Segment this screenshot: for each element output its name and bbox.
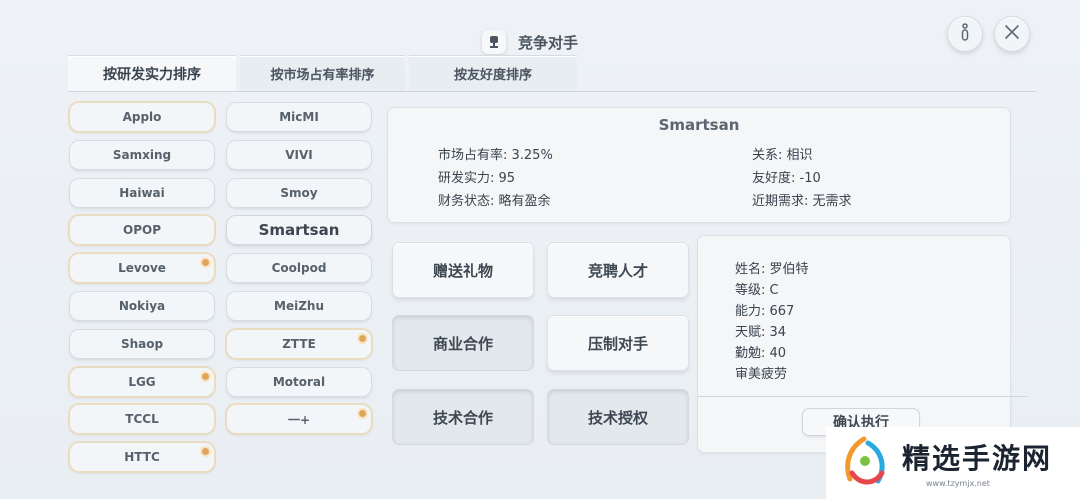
close-button[interactable] [994, 16, 1030, 52]
tab-divider [68, 91, 1036, 92]
tab-sort-market[interactable]: 按市场占有率排序 [240, 55, 405, 91]
company-label: LGG [128, 375, 156, 389]
company-button[interactable]: TCCL [70, 405, 214, 433]
company-label: ZTTE [282, 337, 316, 351]
company-name: Smartsan [658, 116, 740, 134]
company-button[interactable]: OPOP [70, 216, 214, 244]
company-label: HTTC [124, 450, 160, 464]
page-title-text: 竞争对手 [518, 33, 579, 52]
trophy-icon [482, 30, 506, 54]
tech-cooperation-button[interactable]: 技术合作 [393, 390, 533, 444]
recruit-talent-button[interactable]: 竞聘人才 [548, 243, 688, 297]
company-label: MeiZhu [274, 299, 324, 313]
company-button-selected[interactable]: Smartsan [227, 216, 371, 244]
finance-status: 财务状态: 略有盈余 [438, 194, 551, 209]
company-label: VIVI [285, 148, 313, 162]
company-label: Shaop [120, 337, 164, 351]
company-info-panel: Smartsan 市场占有率: 3.25% 研发实力: 95 财务状态: 略有盈… [388, 108, 1010, 222]
company-label: MicMI [279, 110, 319, 124]
company-label: Samxing [112, 148, 172, 162]
company-label: Levove [118, 261, 166, 275]
info-icon [957, 22, 973, 46]
friendliness: 友好度: -10 [752, 171, 821, 186]
company-button[interactable]: Smoy [227, 179, 371, 207]
company-label: Nokiya [118, 299, 166, 313]
company-button[interactable]: Coolpod [227, 254, 371, 282]
company-button[interactable]: VIVI [227, 141, 371, 169]
notification-dot [200, 257, 211, 268]
market-share: 市场占有率: 3.25% [438, 148, 553, 163]
recent-demand: 近期需求: 无需求 [752, 194, 852, 209]
page-title: 竞争对手 [482, 27, 578, 57]
company-label: Applo [122, 110, 162, 124]
watermark-url: www.tzymjx.net [926, 479, 990, 488]
watermark-text: 精选手游网 [902, 442, 1053, 475]
company-button[interactable]: 一+ [227, 405, 371, 433]
company-button[interactable]: Nokiya [70, 292, 214, 320]
company-button[interactable]: Samxing [70, 141, 214, 169]
rd-strength: 研发实力: 95 [438, 171, 516, 186]
company-label: OPOP [123, 223, 161, 237]
company-button[interactable]: MeiZhu [227, 292, 371, 320]
tech-license-button[interactable]: 技术授权 [548, 390, 688, 444]
company-label: Coolpod [271, 261, 327, 275]
notification-dot [200, 446, 211, 457]
give-gift-button[interactable]: 赠送礼物 [393, 243, 533, 297]
notification-dot [357, 333, 368, 344]
sort-tabs: 按研发实力排序 按市场占有率排序 按友好度排序 [68, 55, 577, 91]
talent-name: 姓名: 罗伯特 [735, 262, 809, 277]
business-cooperation-button[interactable]: 商业合作 [393, 316, 533, 370]
company-button[interactable]: HTTC [70, 443, 214, 471]
company-button[interactable]: Levove [70, 254, 214, 282]
watermark-logo-icon [834, 433, 894, 497]
suppress-rival-button[interactable]: 压制对手 [548, 316, 688, 370]
tab-sort-rd[interactable]: 按研发实力排序 [68, 55, 236, 91]
close-icon [1004, 24, 1020, 44]
talent-panel: 姓名: 罗伯特 等级: C 能力: 667 天赋: 34 勤勉: 40 审美疲劳… [698, 236, 1028, 452]
relation: 关系: 相识 [752, 148, 813, 163]
talent-ability: 能力: 667 [735, 304, 795, 319]
notification-dot [357, 408, 368, 419]
notification-dot [200, 371, 211, 382]
company-button[interactable]: ZTTE [227, 330, 371, 358]
talent-diligence: 勤勉: 40 [735, 346, 787, 361]
watermark: 精选手游网 www.tzymjx.net [826, 427, 1080, 499]
company-button[interactable]: Haiwai [70, 179, 214, 207]
info-button[interactable] [947, 16, 983, 52]
company-button[interactable]: LGG [70, 368, 214, 396]
talent-level: 等级: C [735, 283, 779, 298]
talent-gift: 天赋: 34 [735, 325, 787, 340]
divider [698, 396, 1028, 397]
company-label: Smartsan [258, 221, 340, 239]
company-button[interactable]: MicMI [227, 103, 371, 131]
company-label: Smoy [280, 186, 318, 200]
company-label: 一+ [287, 412, 311, 427]
company-label: Haiwai [119, 186, 165, 200]
talent-state: 审美疲劳 [735, 367, 788, 382]
company-label: TCCL [125, 412, 159, 426]
company-button[interactable]: Shaop [70, 330, 214, 358]
company-button[interactable]: Applo [70, 103, 214, 131]
company-label: Motoral [272, 375, 326, 389]
company-button[interactable]: Motoral [227, 368, 371, 396]
tab-sort-friendliness[interactable]: 按友好度排序 [409, 55, 577, 91]
